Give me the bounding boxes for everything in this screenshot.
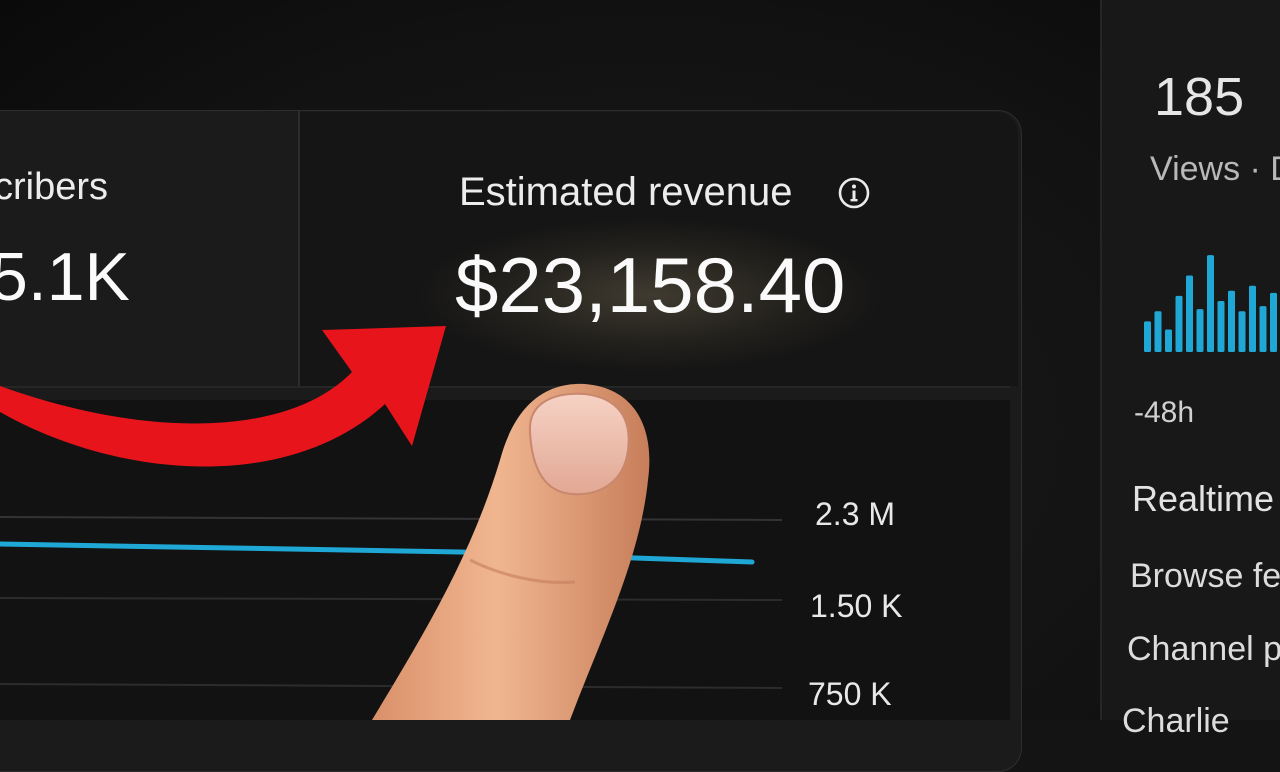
finger-pointer	[372, 383, 650, 720]
